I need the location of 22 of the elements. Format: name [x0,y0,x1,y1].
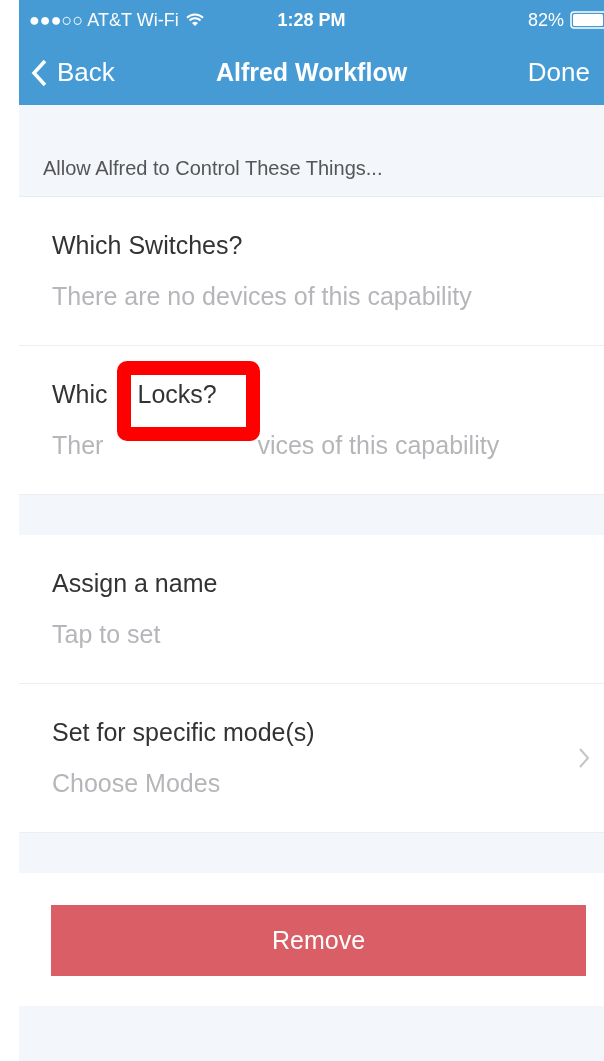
wifi-icon [184,13,205,27]
settings-row[interactable]: Set for specific mode(s) Choose Modes [19,684,604,833]
settings-row[interactable]: Which Switches? There are no devices of this capability [19,197,604,346]
status-time: 1:28 PM [277,9,346,31]
row-subtitle: There are no devices of this capability [52,282,473,311]
settings-row[interactable]: Whic Locks? Ther vices of this capability [19,346,604,495]
screen-title: Alfred Workflow [215,58,408,87]
battery-icon [570,11,604,29]
carrier-label: ●●●○○ AT&T Wi-Fi [29,9,179,31]
remove-button[interactable]: Remove [51,905,586,976]
row-title: Assign a name [52,569,219,598]
battery-percent: 82% [527,9,564,31]
row-subtitle: Ther [52,431,104,460]
row-title: Which Switches? [52,231,244,260]
row-subtitle: Choose Modes [52,769,222,798]
row-subtitle: Tap to set [52,620,162,649]
row-title: Set for specific mode(s) [52,718,316,747]
row-title: Whic [52,380,108,409]
back-chevron-icon [31,58,47,87]
settings-row[interactable]: Assign a name Tap to set [19,535,604,684]
row-title: Locks? [137,380,217,409]
row-subtitle: vices of this capability [257,431,500,460]
